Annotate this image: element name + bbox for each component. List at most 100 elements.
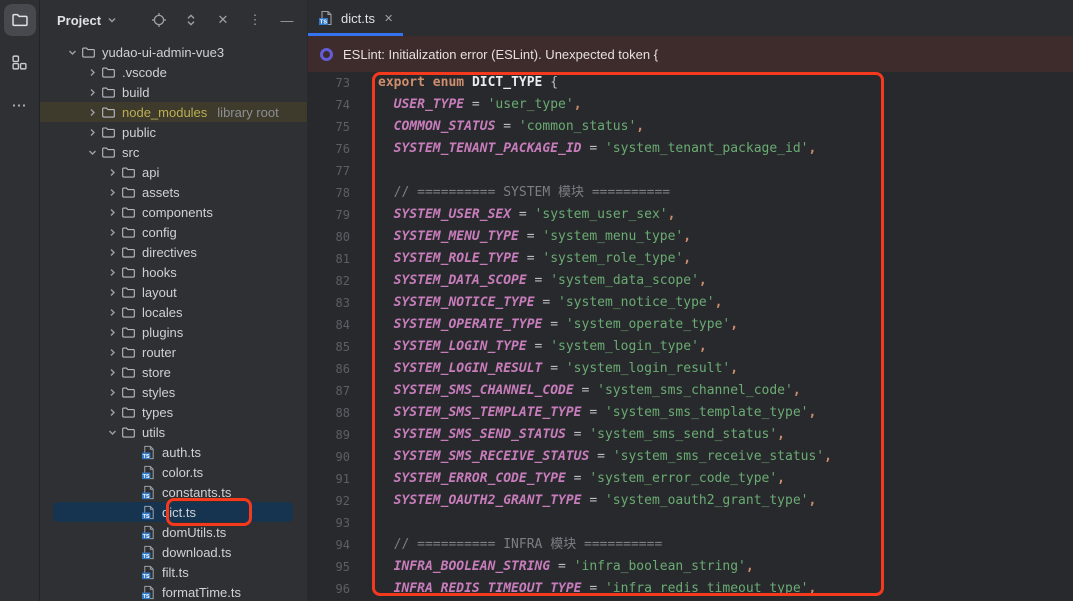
- panel-options-icon[interactable]: ⋮: [247, 12, 263, 28]
- code-line-93[interactable]: 93: [308, 512, 1073, 534]
- tree-item-layout[interactable]: layout: [40, 282, 307, 302]
- line-number[interactable]: 82: [308, 270, 350, 292]
- chevron-right-icon[interactable]: [104, 187, 121, 198]
- more-tool-windows-icon[interactable]: ⋯: [12, 96, 28, 114]
- line-number[interactable]: 89: [308, 424, 350, 446]
- chevron-right-icon[interactable]: [104, 287, 121, 298]
- chevron-right-icon[interactable]: [84, 127, 101, 138]
- tree-item-components[interactable]: components: [40, 202, 307, 222]
- tree-item-router[interactable]: router: [40, 342, 307, 362]
- code-line-74[interactable]: 74 USER_TYPE = 'user_type',: [308, 94, 1073, 116]
- code-line-95[interactable]: 95 INFRA_BOOLEAN_STRING = 'infra_boolean…: [308, 556, 1073, 578]
- tab-close-icon[interactable]: ✕: [384, 12, 393, 25]
- tree-item-domutils-ts[interactable]: TSdomUtils.ts: [40, 522, 307, 542]
- line-number[interactable]: 78: [308, 182, 350, 204]
- line-number[interactable]: 74: [308, 94, 350, 116]
- line-number[interactable]: 94: [308, 534, 350, 556]
- tree-item-build[interactable]: build: [40, 82, 307, 102]
- chevron-right-icon[interactable]: [104, 367, 121, 378]
- tree-item-download-ts[interactable]: TSdownload.ts: [40, 542, 307, 562]
- code-line-82[interactable]: 82 SYSTEM_DATA_SCOPE = 'system_data_scop…: [308, 270, 1073, 292]
- code-line-83[interactable]: 83 SYSTEM_NOTICE_TYPE = 'system_notice_t…: [308, 292, 1073, 314]
- chevron-right-icon[interactable]: [104, 247, 121, 258]
- chevron-down-icon[interactable]: [107, 15, 117, 25]
- tab-dict-ts[interactable]: TS dict.ts ✕: [308, 0, 403, 36]
- code-line-73[interactable]: 73export enum DICT_TYPE {: [308, 72, 1073, 94]
- code-editor[interactable]: 73export enum DICT_TYPE {74 USER_TYPE = …: [308, 72, 1073, 601]
- tree-item-color-ts[interactable]: TScolor.ts: [40, 462, 307, 482]
- line-number[interactable]: 96: [308, 578, 350, 600]
- code-line-88[interactable]: 88 SYSTEM_SMS_TEMPLATE_TYPE = 'system_sm…: [308, 402, 1073, 424]
- chevron-right-icon[interactable]: [104, 407, 121, 418]
- code-line-78[interactable]: 78 // ========== SYSTEM 模块 ==========: [308, 182, 1073, 204]
- code-line-90[interactable]: 90 SYSTEM_SMS_RECEIVE_STATUS = 'system_s…: [308, 446, 1073, 468]
- line-number[interactable]: 80: [308, 226, 350, 248]
- chevron-right-icon[interactable]: [104, 207, 121, 218]
- line-number[interactable]: 77: [308, 160, 350, 182]
- tree-item-yudao-ui-admin-vue3[interactable]: yudao-ui-admin-vue3: [40, 42, 307, 62]
- line-number[interactable]: 84: [308, 314, 350, 336]
- locate-file-icon[interactable]: [151, 12, 167, 28]
- chevron-right-icon[interactable]: [104, 167, 121, 178]
- chevron-right-icon[interactable]: [84, 67, 101, 78]
- line-number[interactable]: 86: [308, 358, 350, 380]
- line-number[interactable]: 92: [308, 490, 350, 512]
- code-line-94[interactable]: 94 // ========== INFRA 模块 ==========: [308, 534, 1073, 556]
- tree-item-plugins[interactable]: plugins: [40, 322, 307, 342]
- code-line-80[interactable]: 80 SYSTEM_MENU_TYPE = 'system_menu_type'…: [308, 226, 1073, 248]
- tree-item-store[interactable]: store: [40, 362, 307, 382]
- project-tool-window-button[interactable]: [4, 4, 36, 36]
- chevron-right-icon[interactable]: [104, 307, 121, 318]
- chevron-right-icon[interactable]: [104, 387, 121, 398]
- code-line-85[interactable]: 85 SYSTEM_LOGIN_TYPE = 'system_login_typ…: [308, 336, 1073, 358]
- line-number[interactable]: 91: [308, 468, 350, 490]
- line-number[interactable]: 85: [308, 336, 350, 358]
- line-number[interactable]: 73: [308, 72, 350, 94]
- code-line-89[interactable]: 89 SYSTEM_SMS_SEND_STATUS = 'system_sms_…: [308, 424, 1073, 446]
- code-line-91[interactable]: 91 SYSTEM_ERROR_CODE_TYPE = 'system_erro…: [308, 468, 1073, 490]
- chevron-right-icon[interactable]: [104, 327, 121, 338]
- chevron-right-icon[interactable]: [104, 347, 121, 358]
- hide-panel-icon[interactable]: —: [279, 12, 295, 28]
- line-number[interactable]: 90: [308, 446, 350, 468]
- code-line-92[interactable]: 92 SYSTEM_OAUTH2_GRANT_TYPE = 'system_oa…: [308, 490, 1073, 512]
- tree-item-public[interactable]: public: [40, 122, 307, 142]
- tree-item-styles[interactable]: styles: [40, 382, 307, 402]
- tree-item-auth-ts[interactable]: TSauth.ts: [40, 442, 307, 462]
- code-line-86[interactable]: 86 SYSTEM_LOGIN_RESULT = 'system_login_r…: [308, 358, 1073, 380]
- code-line-87[interactable]: 87 SYSTEM_SMS_CHANNEL_CODE = 'system_sms…: [308, 380, 1073, 402]
- tree-item-constants-ts[interactable]: TSconstants.ts: [40, 482, 307, 502]
- chevron-right-icon[interactable]: [104, 267, 121, 278]
- chevron-right-icon[interactable]: [84, 87, 101, 98]
- line-number[interactable]: 79: [308, 204, 350, 226]
- line-number[interactable]: 75: [308, 116, 350, 138]
- code-line-84[interactable]: 84 SYSTEM_OPERATE_TYPE = 'system_operate…: [308, 314, 1073, 336]
- tree-item-types[interactable]: types: [40, 402, 307, 422]
- tree-item-src[interactable]: src: [40, 142, 307, 162]
- tree-item--vscode[interactable]: .vscode: [40, 62, 307, 82]
- chevron-down-icon[interactable]: [84, 147, 101, 158]
- chevron-down-icon[interactable]: [104, 427, 121, 438]
- chevron-down-icon[interactable]: [64, 47, 81, 58]
- code-line-76[interactable]: 76 SYSTEM_TENANT_PACKAGE_ID = 'system_te…: [308, 138, 1073, 160]
- close-panel-icon[interactable]: ✕: [215, 12, 231, 28]
- tree-item-dict-ts[interactable]: TSdict.ts: [53, 502, 293, 522]
- code-line-96[interactable]: 96 INFRA_REDIS_TIMEOUT_TYPE = 'infra_red…: [308, 578, 1073, 600]
- line-number[interactable]: 95: [308, 556, 350, 578]
- code-line-79[interactable]: 79 SYSTEM_USER_SEX = 'system_user_sex',: [308, 204, 1073, 226]
- line-number[interactable]: 88: [308, 402, 350, 424]
- structure-tool-window-button[interactable]: [4, 46, 36, 78]
- line-number[interactable]: 83: [308, 292, 350, 314]
- chevron-right-icon[interactable]: [84, 107, 101, 118]
- tree-item-directives[interactable]: directives: [40, 242, 307, 262]
- expand-collapse-icon[interactable]: [183, 12, 199, 28]
- tree-item-utils[interactable]: utils: [40, 422, 307, 442]
- tree-item-locales[interactable]: locales: [40, 302, 307, 322]
- code-line-77[interactable]: 77: [308, 160, 1073, 182]
- tree-item-config[interactable]: config: [40, 222, 307, 242]
- chevron-right-icon[interactable]: [104, 227, 121, 238]
- project-panel-title[interactable]: Project: [57, 13, 101, 28]
- tree-item-assets[interactable]: assets: [40, 182, 307, 202]
- tree-item-formattime-ts[interactable]: TSformatTime.ts: [40, 582, 307, 601]
- code-line-75[interactable]: 75 COMMON_STATUS = 'common_status',: [308, 116, 1073, 138]
